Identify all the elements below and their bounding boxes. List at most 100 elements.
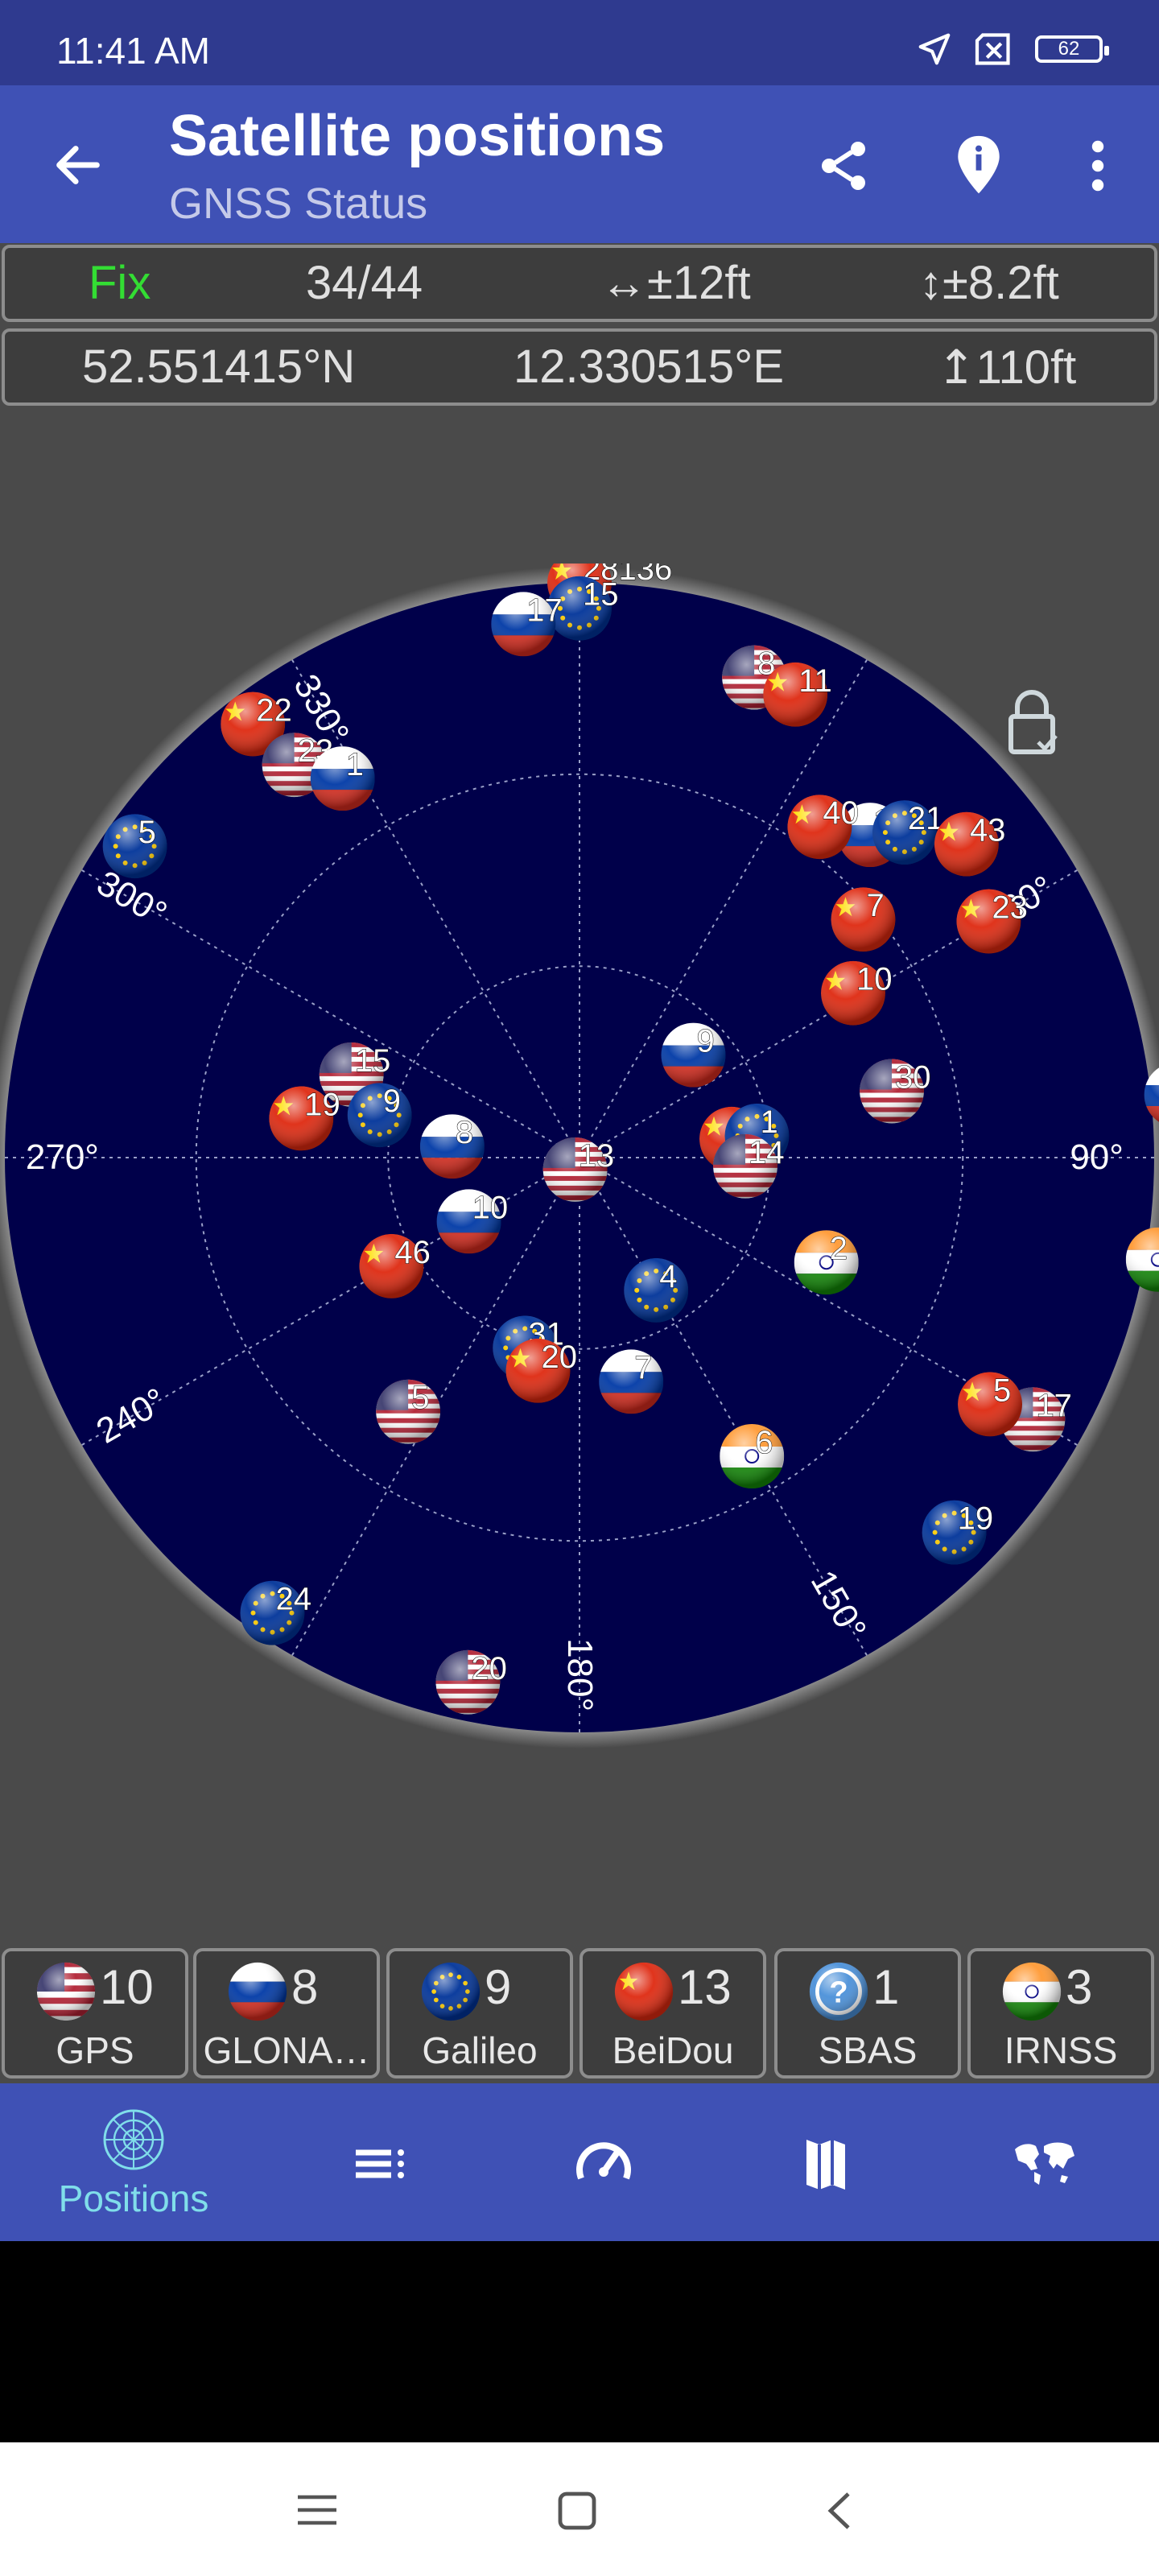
eu-flag-icon	[421, 1962, 481, 2021]
constellation-filters: 10 GPS 8 GLONA… 9 Galileo 13 BeiDou ? 1 …	[0, 1948, 1159, 2083]
position-info-row: 52.551415°N 12.330515°E ↥110ft	[2, 328, 1157, 406]
china-flag-icon	[614, 1962, 674, 2021]
satellite-id-label: 8	[456, 1115, 473, 1150]
back-arrow-icon[interactable]	[50, 137, 106, 193]
vertical-accuracy: ↕±8.2ft	[919, 257, 1059, 309]
status-bar: 11:41 AM 62	[0, 0, 1159, 85]
satellite-id-label: 46	[394, 1235, 431, 1270]
empty-black-area	[0, 2241, 1159, 2442]
altitude-value: ↥110ft	[937, 341, 1077, 394]
irnss-count: 3	[1066, 1960, 1093, 2014]
satellite-glonass-8[interactable]: 8	[419, 1114, 485, 1179]
satellite-id-label: 15	[355, 1043, 391, 1079]
satellite-id-label: 7	[867, 888, 885, 923]
satellite-irnss-2[interactable]: 2	[794, 1230, 859, 1295]
satellite-id-label: 22	[256, 693, 292, 729]
satellite-id-label: 20	[471, 1651, 507, 1686]
satellite-id-label: 24	[276, 1582, 312, 1617]
satellite-id-label: 17	[1036, 1388, 1072, 1423]
satellite-id-label: 1	[346, 747, 364, 782]
satellite-id-label: 10	[472, 1190, 509, 1225]
sbas-label: SBAS	[818, 2029, 918, 2071]
azimuth-label: 90°	[1070, 1137, 1124, 1177]
satellite-id-label: 14	[749, 1135, 785, 1170]
india-flag-icon	[1002, 1962, 1062, 2021]
satellite-glonass-1[interactable]: 1	[310, 746, 375, 811]
system-back-icon[interactable]	[826, 2489, 853, 2533]
satellite-id-label: 5	[138, 815, 156, 850]
more-options-button[interactable]	[1064, 132, 1132, 200]
no-sim-icon	[975, 33, 1010, 65]
system-navigation-bar	[0, 2442, 1159, 2576]
irnss-label: IRNSS	[1004, 2029, 1118, 2071]
location-info-button[interactable]	[945, 132, 1013, 200]
status-icons: 62	[916, 31, 1109, 68]
chip-galileo[interactable]: 9 Galileo	[386, 1948, 573, 2079]
chip-sbas[interactable]: ? 1 SBAS	[774, 1948, 961, 2079]
satellite-id-label: 15	[583, 577, 619, 613]
speedometer-icon	[576, 2142, 631, 2180]
map-icon	[806, 2140, 845, 2190]
glonass-count: 8	[291, 1960, 319, 2014]
beidou-label: BeiDou	[612, 2029, 734, 2071]
satellite-glonass-9[interactable]: 9	[661, 1022, 726, 1088]
page-title: Satellite positions	[169, 104, 666, 168]
satellite-id-label: 43	[970, 813, 1006, 848]
satellite-id-label: 6	[755, 1425, 773, 1460]
chip-glonass[interactable]: 8 GLONA…	[193, 1948, 380, 2079]
location-pin-info-icon	[958, 135, 1000, 194]
satellite-beidou-5[interactable]: 5	[958, 1372, 1022, 1437]
nav-speedometer[interactable]	[488, 2083, 720, 2241]
chip-gps[interactable]: 10 GPS	[2, 1948, 188, 2079]
lock-rotation-icon[interactable]	[1008, 690, 1058, 754]
list-icon	[356, 2149, 404, 2178]
satellites-used: 34/44	[306, 257, 423, 309]
nav-positions-label: Positions	[58, 2178, 209, 2219]
nav-map[interactable]	[710, 2083, 942, 2241]
sbas-count: 1	[872, 1960, 900, 2014]
fix-info-row: Fix 34/44 ↔±12ft ↕±8.2ft	[2, 245, 1157, 322]
nav-positions[interactable]: Positions	[18, 2083, 250, 2241]
satellite-id-label: 10	[856, 962, 893, 997]
gps-count: 10	[100, 1960, 154, 2014]
azimuth-label: 270°	[26, 1137, 99, 1177]
longitude-value: 12.330515°E	[514, 341, 785, 393]
satellite-id-label: 9	[697, 1024, 715, 1059]
satellite-id-label: 2	[830, 1231, 848, 1266]
satellite-glonass-7[interactable]: 7	[599, 1349, 664, 1414]
glonass-label: GLONA…	[203, 2029, 370, 2071]
satellite-id-label: 11	[798, 663, 832, 699]
satellite-beidou-7[interactable]: 7	[831, 887, 896, 952]
world-map-icon	[1015, 2142, 1074, 2185]
satellite-id-label: 13	[579, 1138, 615, 1174]
gps-label: GPS	[56, 2029, 134, 2071]
satellite-galileo-9[interactable]: 9	[347, 1083, 412, 1148]
satellite-gps-5[interactable]: 5	[376, 1379, 441, 1444]
satellite-id-label: 17	[526, 592, 563, 628]
nav-list[interactable]	[266, 2083, 497, 2241]
satellite-irnss-6[interactable]: 6	[720, 1424, 785, 1488]
galileo-label: Galileo	[422, 2029, 538, 2071]
satellite-id-label: 7	[634, 1350, 652, 1385]
location-arrow-icon	[918, 33, 951, 65]
satellite-galileo-4[interactable]: 4	[624, 1257, 689, 1323]
home-icon[interactable]	[557, 2491, 597, 2531]
beidou-count: 13	[678, 1960, 732, 2014]
page-subtitle: GNSS Status	[169, 180, 428, 228]
fix-label: Fix	[89, 257, 151, 309]
satellite-id-label: 23	[992, 890, 1028, 926]
chip-irnss[interactable]: 3 IRNSS	[967, 1948, 1154, 2079]
nav-world-map[interactable]	[924, 2083, 1156, 2241]
satellite-id-label: 19	[958, 1501, 994, 1537]
galileo-count: 9	[485, 1960, 512, 2014]
app-bar: Satellite positions GNSS Status	[0, 85, 1159, 243]
share-button[interactable]	[810, 132, 877, 200]
satellite-id-label: 5	[411, 1381, 429, 1416]
satellite-id-label: 30	[895, 1060, 931, 1096]
recent-apps-icon[interactable]	[295, 2492, 340, 2528]
azimuth-label: 180°	[560, 1638, 600, 1711]
sky-plot[interactable]: 330°300°270°240°180°150°120°90°60° 28136…	[0, 564, 1159, 1771]
satellite-galileo-5[interactable]: 5	[102, 814, 167, 879]
battery-icon: 62	[1035, 35, 1109, 63]
chip-beidou[interactable]: 13 BeiDou	[580, 1948, 766, 2079]
